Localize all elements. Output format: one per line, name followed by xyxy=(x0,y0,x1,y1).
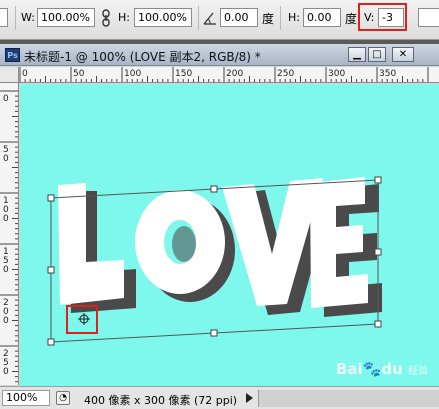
photoshop-icon: Ps xyxy=(5,48,20,62)
hskew-input[interactable]: 0.00 xyxy=(303,8,341,27)
document-title: 未标题-1 @ 100% (LOVE 副本2, RGB/8) * xyxy=(24,50,261,64)
zoom-input[interactable]: 100% xyxy=(2,390,50,406)
close-button[interactable]: ✕ xyxy=(392,47,414,62)
status-bar: 100% ◔ 400 像素 x 300 像素 (72 ppi) xyxy=(0,386,439,409)
horizontal-scrollbar[interactable] xyxy=(258,390,439,407)
height-label: H: xyxy=(118,11,130,24)
transform-handle[interactable] xyxy=(210,329,218,337)
document-titlebar[interactable]: Ps 未标题-1 @ 100% (LOVE 副本2, RGB/8) * ▁ □ … xyxy=(0,44,439,66)
vertical-ruler[interactable]: 050100150200250 xyxy=(0,83,19,385)
maximize-icon: □ xyxy=(372,49,382,60)
transform-options-bar: W: 100.00% H: 100.00% 0.00 度 H: 0.00 度 V… xyxy=(0,0,439,40)
transform-handle[interactable] xyxy=(374,320,382,328)
transform-handle[interactable] xyxy=(374,176,382,184)
ruler-label: 0 xyxy=(3,265,9,275)
height-input[interactable]: 100.00% xyxy=(134,8,192,27)
canvas[interactable] xyxy=(20,84,439,386)
ruler-label: 0 xyxy=(3,367,9,377)
ruler-label: 0 xyxy=(3,214,9,224)
horizontal-ruler-ticks: 0 50 100 150 200 250 300 350 xyxy=(19,67,429,82)
link-icon[interactable] xyxy=(101,9,111,30)
document-window: Ps 未标题-1 @ 100% (LOVE 副本2, RGB/8) * ▁ □ … xyxy=(0,44,439,409)
width-input[interactable]: 100.00% xyxy=(37,8,95,27)
divider xyxy=(280,6,281,30)
transform-handle[interactable] xyxy=(47,338,55,346)
horizontal-ruler[interactable]: 0 50 100 150 200 250 300 350 xyxy=(19,67,439,83)
ruler-label: 0 xyxy=(22,69,28,79)
baidu-watermark: Bai🐾du 经验 xyxy=(336,360,428,378)
rotate-input[interactable]: 0.00 xyxy=(220,8,258,27)
rotate-angle-icon xyxy=(203,11,217,28)
ruler-label: 250 xyxy=(277,69,294,79)
close-icon: ✕ xyxy=(398,49,408,60)
width-label: W: xyxy=(21,11,35,24)
reference-point-icon[interactable] xyxy=(78,313,90,325)
minimize-icon: ▁ xyxy=(353,49,361,60)
transform-handle[interactable] xyxy=(374,248,382,256)
divider xyxy=(15,6,16,30)
ruler-label: 150 xyxy=(175,69,192,79)
reference-point-field[interactable] xyxy=(0,8,8,27)
canvas-artwork[interactable] xyxy=(20,84,439,386)
status-arrow-icon[interactable] xyxy=(246,393,253,403)
paw-icon: 🐾 xyxy=(362,360,382,378)
watermark-text: Bai xyxy=(336,360,363,378)
hskew-label: H: xyxy=(288,11,300,24)
vskew-unit-field xyxy=(418,8,439,27)
love-artwork xyxy=(58,177,382,317)
document-info: 400 像素 x 300 像素 (72 ppi) xyxy=(84,394,238,407)
divider xyxy=(198,6,199,30)
transform-handle[interactable] xyxy=(47,266,55,274)
ruler-label: 100 xyxy=(124,69,141,79)
ruler-label: 300 xyxy=(328,69,345,79)
rotate-unit: 度 xyxy=(262,12,275,26)
ruler-label: 200 xyxy=(226,69,243,79)
ruler-label: 0 xyxy=(3,94,9,104)
maximize-button[interactable]: □ xyxy=(368,47,386,62)
status-menu-icon[interactable]: ◔ xyxy=(56,391,70,405)
ruler-label: 0 xyxy=(3,154,9,164)
ruler-label: 0 xyxy=(3,316,9,326)
ruler-label: 50 xyxy=(73,69,85,79)
transform-handle[interactable] xyxy=(47,194,55,202)
vertical-ruler-ticks: 050100150200250 xyxy=(0,90,18,383)
transform-handle[interactable] xyxy=(210,185,218,193)
watermark-text-2: du xyxy=(381,360,403,378)
highlight-box xyxy=(358,3,407,31)
watermark-sub: 经验 xyxy=(408,366,429,377)
minimize-button[interactable]: ▁ xyxy=(348,47,366,62)
ruler-label: 350 xyxy=(379,69,396,79)
hskew-unit: 度 xyxy=(345,12,358,26)
ruler-origin[interactable] xyxy=(0,67,19,83)
